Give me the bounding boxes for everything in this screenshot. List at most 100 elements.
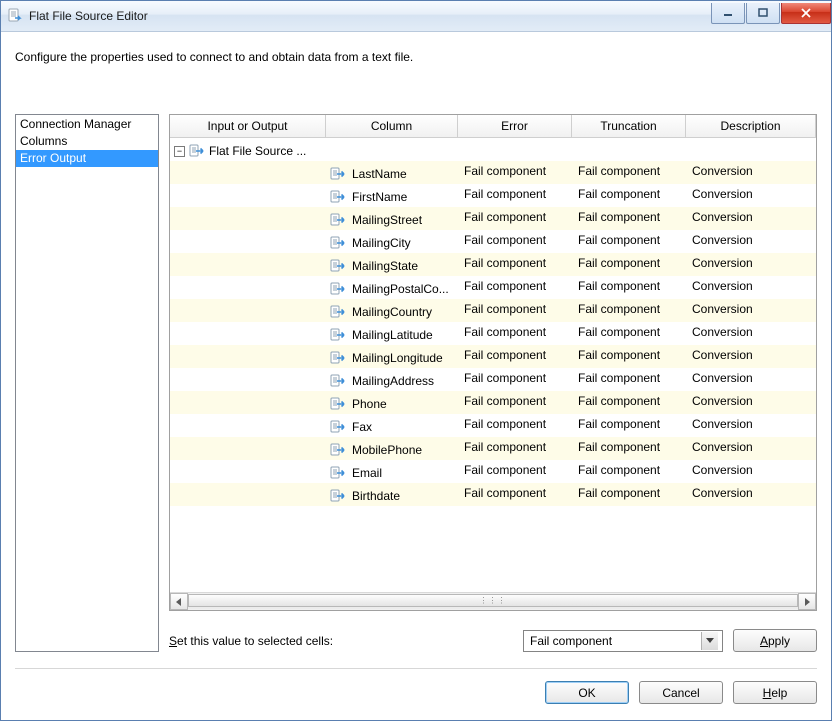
table-row[interactable]: LastNameFail componentFail componentConv… <box>170 161 816 184</box>
table-row[interactable]: MailingCountryFail componentFail compone… <box>170 299 816 322</box>
set-value-dropdown[interactable]: Fail component <box>523 630 723 652</box>
table-row[interactable]: MailingAddress Fail componentFail compone… <box>170 368 816 391</box>
column-icon <box>330 465 346 481</box>
sidebar-item-error-output[interactable]: Error Output <box>16 150 158 167</box>
error-grid: Input or Output Column Error Truncation … <box>169 114 817 611</box>
body-area: Connection ManagerColumnsError Output In… <box>15 114 817 652</box>
description-cell: Conversion <box>686 322 816 345</box>
error-cell[interactable]: Fail component <box>458 483 572 506</box>
source-label: Flat File Source ... <box>209 144 306 158</box>
table-row[interactable]: MailingPostalCo...Fail componentFail com… <box>170 276 816 299</box>
flat-file-icon <box>7 8 23 24</box>
error-cell[interactable]: Fail component <box>458 414 572 437</box>
table-row[interactable]: FirstNameFail componentFail componentCon… <box>170 184 816 207</box>
header-error[interactable]: Error <box>458 115 572 138</box>
apply-button[interactable]: Apply <box>733 629 817 652</box>
table-row[interactable]: MailingCityFail componentFail componentC… <box>170 230 816 253</box>
error-cell[interactable]: Fail component <box>458 437 572 460</box>
error-cell[interactable]: Fail component <box>458 299 572 322</box>
table-row[interactable]: BirthdateFail componentFail componentCon… <box>170 483 816 506</box>
table-row[interactable]: MailingLongitudeFail componentFail compo… <box>170 345 816 368</box>
horizontal-scrollbar[interactable]: ⋮⋮⋮ <box>170 592 816 610</box>
grid-body: − Flat File Source ... LastNameFail compon… <box>170 138 816 592</box>
error-cell[interactable]: Fail component <box>458 207 572 230</box>
error-cell[interactable]: Fail component <box>458 253 572 276</box>
truncation-cell[interactable]: Fail component <box>572 276 686 299</box>
column-icon <box>330 189 346 205</box>
error-cell[interactable]: Fail component <box>458 230 572 253</box>
column-name: MailingCity <box>352 236 411 250</box>
error-cell[interactable]: Fail component <box>458 391 572 414</box>
window: Flat File Source Editor Configure the pr… <box>0 0 832 721</box>
truncation-cell[interactable]: Fail component <box>572 414 686 437</box>
table-row[interactable]: MailingState Fail componentFail component… <box>170 253 816 276</box>
truncation-cell[interactable]: Fail component <box>572 437 686 460</box>
table-row[interactable]: MailingLatitudeFail componentFail compon… <box>170 322 816 345</box>
error-cell[interactable]: Fail component <box>458 184 572 207</box>
error-cell[interactable]: Fail component <box>458 161 572 184</box>
truncation-cell[interactable]: Fail component <box>572 345 686 368</box>
cancel-button[interactable]: Cancel <box>639 681 723 704</box>
column-name: MailingState <box>352 259 418 273</box>
truncation-cell[interactable]: Fail component <box>572 368 686 391</box>
column-name: MailingAddress <box>352 374 434 388</box>
table-row[interactable]: FaxFail componentFail componentConversio… <box>170 414 816 437</box>
sidebar-item-columns[interactable]: Columns <box>16 133 158 150</box>
footer-buttons: OK Cancel Help <box>15 681 817 710</box>
sidebar: Connection ManagerColumnsError Output <box>15 114 159 652</box>
column-icon <box>330 442 346 458</box>
sidebar-item-connection-manager[interactable]: Connection Manager <box>16 116 158 133</box>
table-row[interactable]: EmailFail componentFail componentConvers… <box>170 460 816 483</box>
error-cell[interactable]: Fail component <box>458 460 572 483</box>
error-cell[interactable]: Fail component <box>458 322 572 345</box>
truncation-cell[interactable]: Fail component <box>572 322 686 345</box>
truncation-cell[interactable]: Fail component <box>572 184 686 207</box>
header-description[interactable]: Description <box>686 115 816 138</box>
column-icon <box>330 166 346 182</box>
header-truncation[interactable]: Truncation <box>572 115 686 138</box>
column-name: MobilePhone <box>352 443 422 457</box>
error-cell[interactable]: Fail component <box>458 276 572 299</box>
table-row[interactable]: MailingStreetFail componentFail componen… <box>170 207 816 230</box>
column-icon <box>330 281 346 297</box>
grid-header: Input or Output Column Error Truncation … <box>170 115 816 138</box>
table-row[interactable]: PhoneFail componentFail componentConvers… <box>170 391 816 414</box>
help-button[interactable]: Help <box>733 681 817 704</box>
main-panel: Input or Output Column Error Truncation … <box>169 114 817 652</box>
truncation-cell[interactable]: Fail component <box>572 460 686 483</box>
titlebar[interactable]: Flat File Source Editor <box>1 1 831 32</box>
scroll-track[interactable]: ⋮⋮⋮ <box>188 594 798 609</box>
truncation-cell[interactable]: Fail component <box>572 483 686 506</box>
header-input-output[interactable]: Input or Output <box>170 115 326 138</box>
column-icon <box>330 304 346 320</box>
column-icon <box>330 350 346 366</box>
minimize-button[interactable] <box>711 3 745 24</box>
ok-button[interactable]: OK <box>545 681 629 704</box>
truncation-cell[interactable]: Fail component <box>572 253 686 276</box>
scroll-thumb[interactable]: ⋮⋮⋮ <box>188 594 798 607</box>
column-name: FirstName <box>352 190 407 204</box>
collapse-icon[interactable]: − <box>174 146 185 157</box>
column-icon <box>330 258 346 274</box>
truncation-cell[interactable]: Fail component <box>572 161 686 184</box>
description-cell: Conversion <box>686 276 816 299</box>
grid-source-row[interactable]: − Flat File Source ... <box>170 138 816 161</box>
truncation-cell[interactable]: Fail component <box>572 207 686 230</box>
truncation-cell[interactable]: Fail component <box>572 299 686 322</box>
description-cell: Conversion <box>686 345 816 368</box>
column-name: Birthdate <box>352 489 400 503</box>
maximize-button[interactable] <box>746 3 780 24</box>
divider <box>15 668 817 669</box>
column-icon <box>330 235 346 251</box>
truncation-cell[interactable]: Fail component <box>572 391 686 414</box>
close-button[interactable] <box>781 3 831 24</box>
description-cell: Conversion <box>686 299 816 322</box>
error-cell[interactable]: Fail component <box>458 368 572 391</box>
table-row[interactable]: MobilePhoneFail componentFail componentC… <box>170 437 816 460</box>
header-column[interactable]: Column <box>326 115 458 138</box>
error-cell[interactable]: Fail component <box>458 345 572 368</box>
scroll-right-button[interactable] <box>798 593 816 610</box>
description-cell: Conversion <box>686 207 816 230</box>
scroll-left-button[interactable] <box>170 593 188 610</box>
truncation-cell[interactable]: Fail component <box>572 230 686 253</box>
